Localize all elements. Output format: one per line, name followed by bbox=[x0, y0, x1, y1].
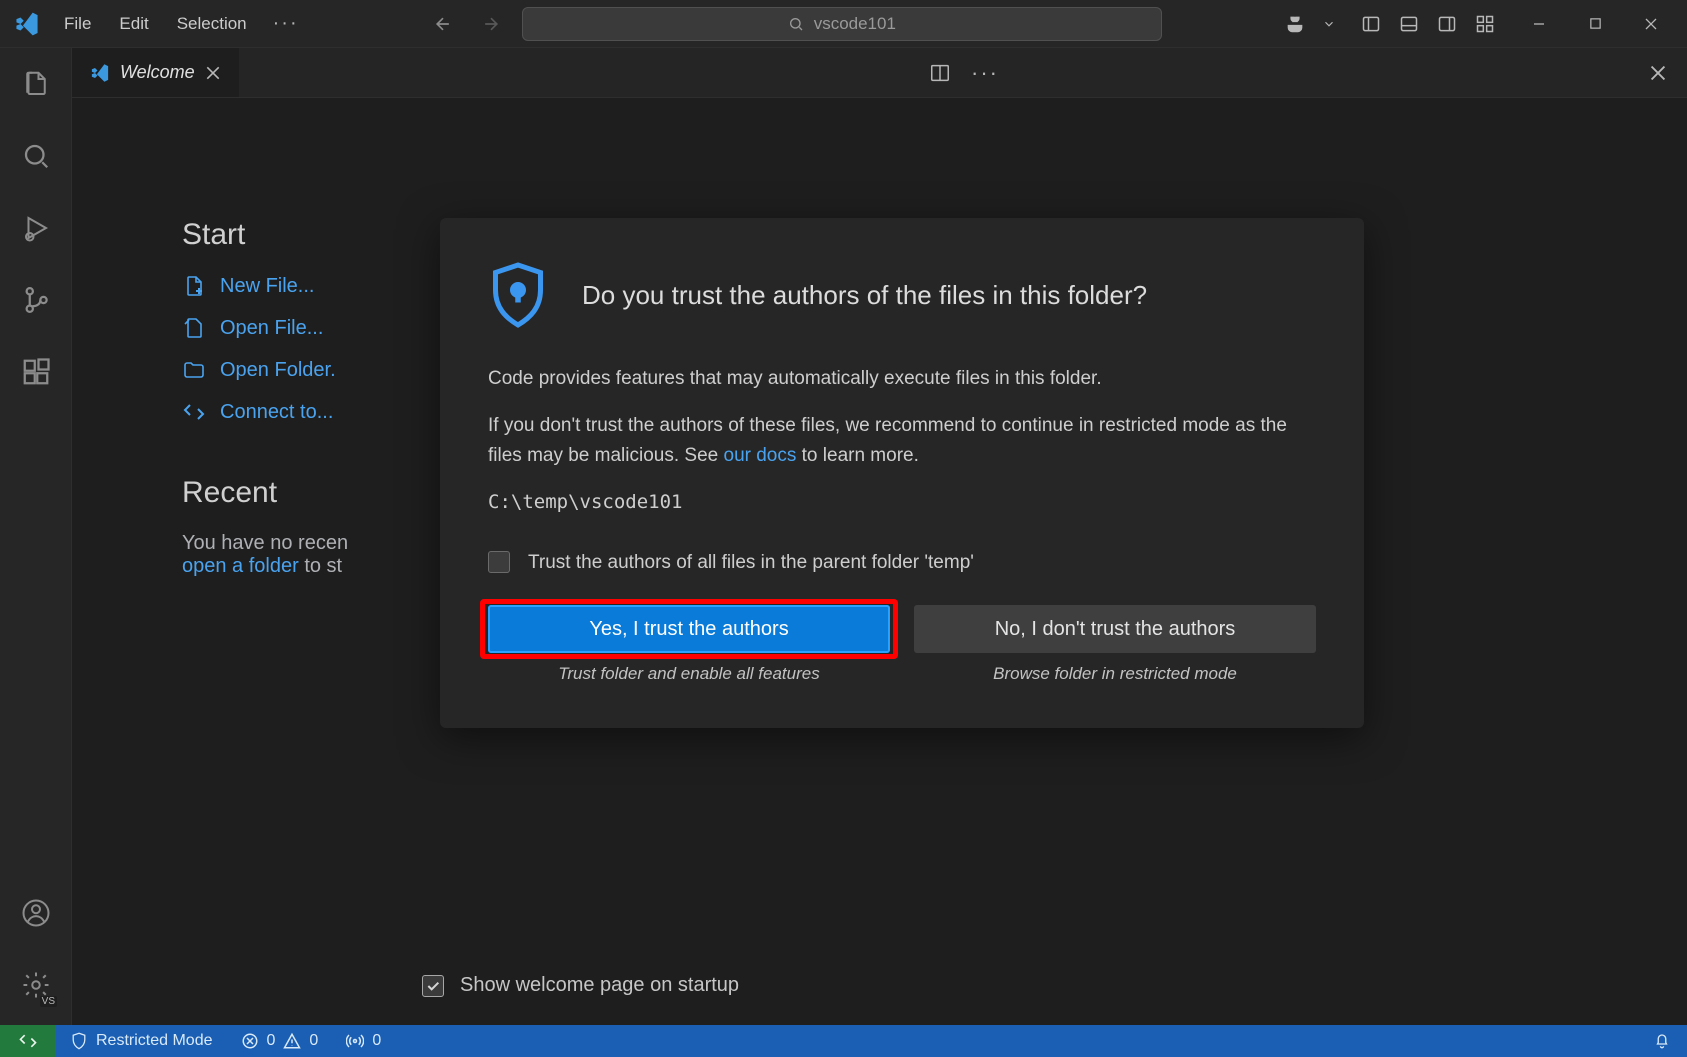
shield-icon bbox=[488, 260, 548, 330]
tab-welcome[interactable]: Welcome bbox=[72, 48, 240, 97]
status-restricted-label: Restricted Mode bbox=[96, 1032, 213, 1050]
activity-search-icon[interactable] bbox=[0, 120, 71, 192]
title-bar: File Edit Selection ··· vscode101 bbox=[0, 0, 1687, 48]
nav-forward-icon[interactable] bbox=[474, 7, 508, 41]
status-ports-count: 0 bbox=[372, 1032, 381, 1050]
dialog-folder-path: C:\temp\vscode101 bbox=[488, 488, 1316, 517]
activity-explorer-icon[interactable] bbox=[0, 48, 71, 120]
command-center[interactable]: vscode101 bbox=[522, 7, 1162, 41]
new-file-icon bbox=[182, 274, 206, 298]
copilot-icon[interactable] bbox=[1277, 6, 1313, 42]
start-connect-label: Connect to... bbox=[220, 401, 333, 424]
our-docs-link[interactable]: our docs bbox=[724, 445, 797, 466]
activity-extensions-icon[interactable] bbox=[0, 336, 71, 408]
status-restricted-mode[interactable]: Restricted Mode bbox=[56, 1025, 227, 1057]
trust-parent-label: Trust the authors of all files in the pa… bbox=[528, 548, 974, 577]
show-welcome-checkbox[interactable] bbox=[422, 975, 444, 997]
open-file-icon bbox=[182, 316, 206, 340]
show-welcome-label: Show welcome page on startup bbox=[460, 974, 739, 997]
activity-accounts-icon[interactable] bbox=[0, 877, 71, 949]
warning-icon bbox=[283, 1032, 301, 1050]
activity-bar: VS bbox=[0, 48, 72, 1025]
menu-more-icon[interactable]: ··· bbox=[261, 6, 311, 41]
status-warnings-count: 0 bbox=[309, 1032, 318, 1050]
vscode-tab-icon bbox=[90, 63, 110, 83]
copilot-chevron-icon[interactable] bbox=[1319, 6, 1339, 42]
workspace-trust-dialog: Do you trust the authors of the files in… bbox=[440, 218, 1364, 728]
status-remote-icon[interactable] bbox=[0, 1025, 56, 1057]
dialog-paragraph-1: Code provides features that may automati… bbox=[488, 364, 1316, 393]
menu-file[interactable]: File bbox=[50, 8, 105, 40]
trust-parent-checkbox[interactable] bbox=[488, 551, 510, 573]
open-folder-icon bbox=[182, 358, 206, 382]
window-minimize-icon[interactable] bbox=[1511, 0, 1567, 48]
dialog-title: Do you trust the authors of the files in… bbox=[582, 275, 1147, 315]
start-open-file-label: Open File... bbox=[220, 317, 323, 340]
dialog-paragraph-2: If you don't trust the authors of these … bbox=[488, 411, 1316, 470]
tab-close-icon[interactable] bbox=[205, 65, 221, 81]
activity-source-control-icon[interactable] bbox=[0, 264, 71, 336]
open-folder-link[interactable]: open a folder bbox=[182, 555, 299, 577]
command-center-text: vscode101 bbox=[814, 14, 896, 34]
vscode-logo-icon bbox=[14, 11, 40, 37]
start-new-file-label: New File... bbox=[220, 275, 314, 298]
editor-tab-bar: Welcome ··· bbox=[72, 48, 1687, 98]
trust-yes-button[interactable]: Yes, I trust the authors bbox=[488, 605, 890, 653]
broadcast-icon bbox=[346, 1032, 364, 1050]
status-problems[interactable]: 0 0 bbox=[227, 1025, 333, 1057]
trust-no-subtitle: Browse folder in restricted mode bbox=[993, 661, 1237, 687]
error-icon bbox=[241, 1032, 259, 1050]
tab-title: Welcome bbox=[120, 62, 195, 83]
tab-more-icon[interactable]: ··· bbox=[971, 60, 999, 86]
editor-group-close-icon[interactable] bbox=[1649, 64, 1667, 82]
check-icon bbox=[425, 978, 441, 994]
layout-panel-icon[interactable] bbox=[1391, 6, 1427, 42]
split-editor-icon[interactable] bbox=[929, 62, 951, 84]
status-notifications-icon[interactable] bbox=[1637, 1025, 1687, 1057]
menu-selection[interactable]: Selection bbox=[163, 8, 261, 40]
layout-sidebar-right-icon[interactable] bbox=[1429, 6, 1465, 42]
trust-no-button[interactable]: No, I don't trust the authors bbox=[914, 605, 1316, 653]
start-open-folder-label: Open Folder. bbox=[220, 359, 336, 382]
activity-settings-icon[interactable]: VS bbox=[0, 949, 71, 1021]
trust-yes-subtitle: Trust folder and enable all features bbox=[558, 661, 819, 687]
status-bar: Restricted Mode 0 0 0 bbox=[0, 1025, 1687, 1057]
menu-edit[interactable]: Edit bbox=[105, 8, 162, 40]
nav-back-icon[interactable] bbox=[426, 7, 460, 41]
activity-run-debug-icon[interactable] bbox=[0, 192, 71, 264]
window-close-icon[interactable] bbox=[1623, 0, 1679, 48]
remote-icon bbox=[182, 400, 206, 424]
status-ports[interactable]: 0 bbox=[332, 1025, 395, 1057]
search-icon bbox=[788, 16, 804, 32]
status-errors-count: 0 bbox=[267, 1032, 276, 1050]
layout-sidebar-left-icon[interactable] bbox=[1353, 6, 1389, 42]
shield-small-icon bbox=[70, 1032, 88, 1050]
layout-customize-icon[interactable] bbox=[1467, 6, 1503, 42]
window-maximize-icon[interactable] bbox=[1567, 0, 1623, 48]
